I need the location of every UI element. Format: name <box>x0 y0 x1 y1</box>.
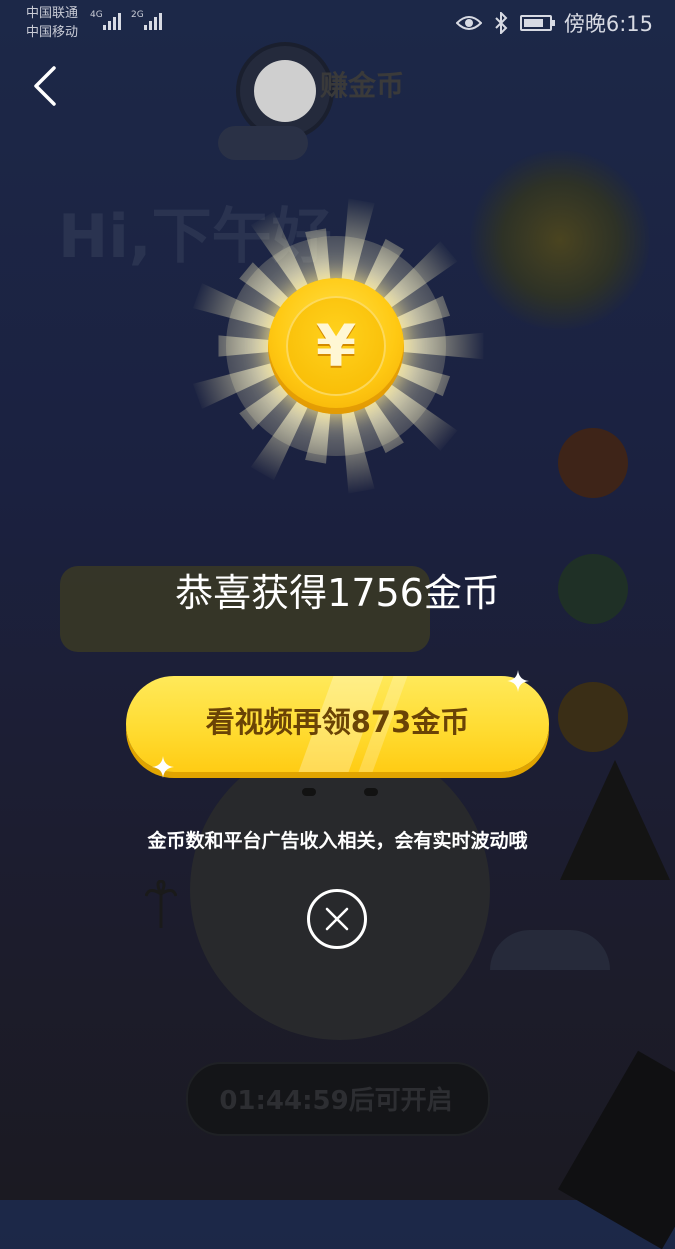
hill-decoration <box>490 930 610 970</box>
chevron-left-icon <box>34 66 56 106</box>
watch-video-button[interactable]: 看视频再领873金币 <box>126 676 549 772</box>
yuan-symbol: ¥ <box>315 312 357 380</box>
watch-video-button-label: 看视频再领873金币 <box>205 705 470 739</box>
cloud-decoration <box>218 126 308 160</box>
gold-coin-icon: ¥ <box>268 278 404 414</box>
reward-title: 恭喜获得1756金币 <box>175 571 500 615</box>
mascot-right-eye <box>364 788 378 796</box>
timer-button-label: 01:44:59后可开启 <box>219 1086 453 1116</box>
side-entry-1-icon[interactable] <box>558 428 628 498</box>
sparkle-icon <box>507 670 529 692</box>
sparkle-icon <box>152 756 174 778</box>
palm-tree-icon <box>145 880 177 928</box>
close-button[interactable] <box>307 889 367 949</box>
side-entry-3-icon[interactable] <box>558 682 628 752</box>
page-title: 赚金币 <box>320 69 405 102</box>
corner-decoration <box>558 1050 675 1249</box>
coin-illustration: ¥ <box>186 196 486 496</box>
avatar <box>240 46 330 136</box>
back-button[interactable] <box>30 64 70 110</box>
tree-decoration <box>560 760 670 880</box>
mascot-left-eye <box>302 788 316 796</box>
disclaimer-text: 金币数和平台广告收入相关，会有实时波动哦 <box>147 830 528 852</box>
close-icon <box>325 907 349 931</box>
sun-decoration <box>470 150 650 330</box>
